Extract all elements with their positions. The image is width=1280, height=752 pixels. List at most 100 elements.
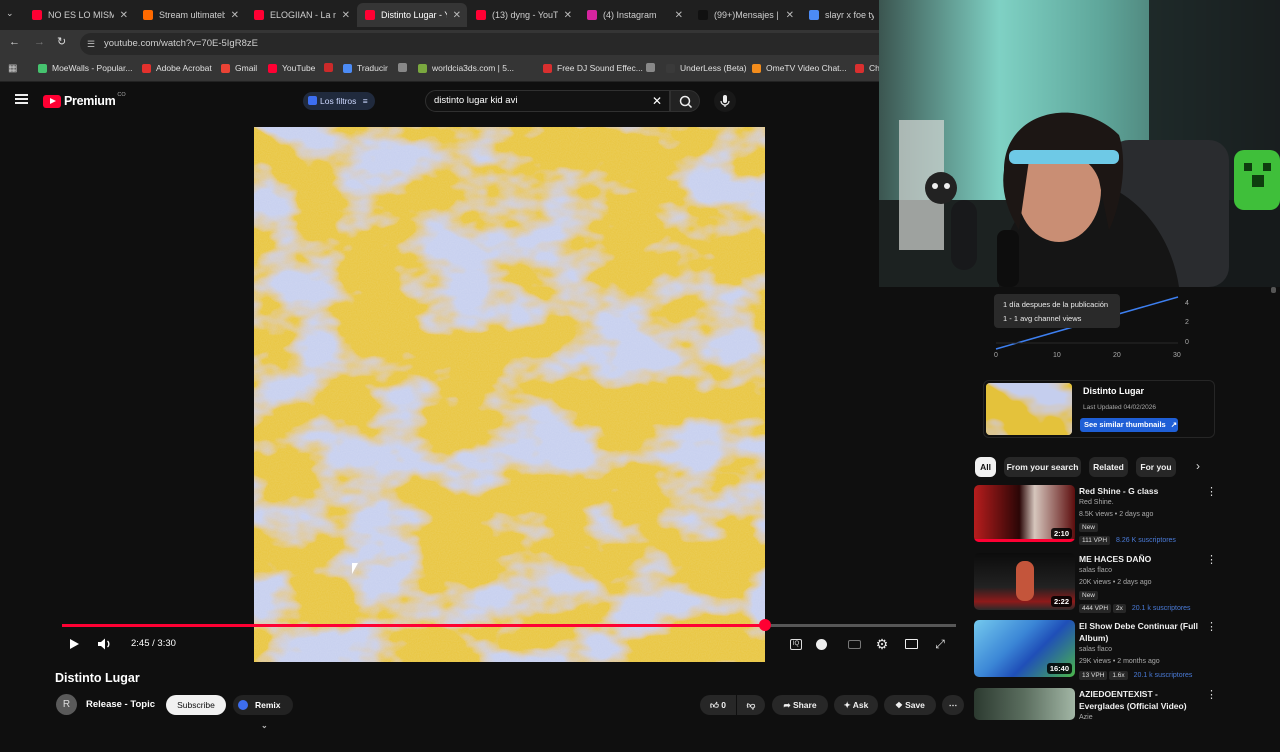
browser-tab[interactable]: ELOGIIAN - La no ✕ bbox=[246, 3, 356, 27]
chip-from-your-search[interactable]: From your search bbox=[1004, 457, 1081, 477]
video-progress-bar[interactable] bbox=[62, 619, 956, 631]
video-thumbnail[interactable] bbox=[974, 688, 1075, 720]
video-channel[interactable]: salas flaco bbox=[1079, 646, 1112, 653]
video-title[interactable]: ME HACES DAÑO bbox=[1079, 553, 1204, 565]
voice-search-button[interactable] bbox=[714, 90, 736, 112]
tab-close-icon[interactable]: ✕ bbox=[120, 10, 128, 21]
dislike-button[interactable]: 👎︎ bbox=[737, 695, 765, 715]
share-icon: ➦ bbox=[783, 700, 791, 710]
video-title[interactable]: Red Shine - G class bbox=[1079, 485, 1204, 497]
ask-button[interactable]: ✦ Ask bbox=[834, 695, 878, 715]
bookmark-icon-only[interactable] bbox=[398, 63, 412, 72]
browser-tab[interactable]: (99+)Mensajes | T ✕ bbox=[690, 3, 800, 27]
forward-arrow-icon[interactable]: → bbox=[34, 36, 45, 48]
channel-name[interactable]: Release - Topic bbox=[86, 699, 155, 710]
tab-close-icon[interactable]: ✕ bbox=[342, 10, 350, 21]
fullscreen-button[interactable]: ⤢ bbox=[931, 636, 949, 652]
recommended-video[interactable]: 16:40 El Show Debe Continuar (Full Album… bbox=[974, 620, 1217, 684]
hamburger-menu-icon[interactable] bbox=[15, 94, 28, 104]
video-views: 29K views • 2 months ago bbox=[1079, 658, 1160, 665]
tooltip-line: 1 - 1 avg channel views bbox=[1003, 314, 1082, 323]
video-channel[interactable]: salas flaco bbox=[1079, 567, 1112, 574]
back-arrow-icon[interactable]: ← bbox=[9, 36, 20, 48]
tab-close-icon[interactable]: ✕ bbox=[453, 10, 461, 21]
like-button[interactable]: 👍︎ 0 bbox=[700, 695, 736, 715]
video-thumbnail[interactable]: 16:40 bbox=[974, 620, 1075, 677]
save-button[interactable]: ❖ Save bbox=[884, 695, 936, 715]
bookmark-underless[interactable]: UnderLess (Beta) bbox=[666, 63, 747, 73]
channel-avatar[interactable]: R bbox=[56, 694, 77, 715]
browser-tab[interactable]: slayr x foe type bbox=[801, 3, 880, 27]
bookmark-icon-only[interactable] bbox=[324, 63, 338, 72]
recommended-video[interactable]: AZIEDOENTEXIST - Everglades (Official Vi… bbox=[974, 688, 1217, 752]
video-thumbnail[interactable]: 2:22 bbox=[974, 553, 1075, 610]
bookmark-youtube[interactable]: YouTube bbox=[268, 63, 315, 73]
share-button[interactable]: ➦ Share bbox=[772, 695, 828, 715]
apps-grid-icon[interactable]: ▦ bbox=[8, 63, 17, 74]
search-input[interactable]: distinto lugar kid avi ✕ bbox=[425, 90, 670, 112]
tab-close-icon[interactable]: ✕ bbox=[564, 10, 572, 21]
play-button[interactable] bbox=[65, 636, 83, 652]
clear-search-icon[interactable]: ✕ bbox=[652, 91, 662, 111]
browser-tab[interactable]: (13) dyng - YouTu ✕ bbox=[468, 3, 578, 27]
youtube-logo[interactable]: Premium CO bbox=[43, 92, 126, 108]
bookmark-adobe-acrobat[interactable]: Adobe Acrobat bbox=[142, 63, 212, 73]
video-badges: New bbox=[1079, 591, 1099, 600]
analytics-video-thumbnail[interactable] bbox=[986, 383, 1072, 435]
recommended-video[interactable]: 2:22 ME HACES DAÑO salas flaco 20K views… bbox=[974, 553, 1217, 617]
filters-button[interactable]: Los filtros ≡ bbox=[303, 92, 375, 110]
bookmark-worldcia3ds[interactable]: worldcia3ds.com | 5... bbox=[418, 63, 514, 73]
browser-tab[interactable]: Stream ultimateb ✕ bbox=[135, 3, 245, 27]
bookmark-ometv[interactable]: OmeTV Video Chat... bbox=[752, 63, 847, 73]
settings-button[interactable]: ⚙ bbox=[873, 636, 891, 652]
progress-scrubber-handle[interactable] bbox=[758, 619, 771, 631]
bookmark-icon-only[interactable] bbox=[646, 63, 660, 72]
chip-for-you[interactable]: For you bbox=[1136, 457, 1176, 477]
browser-tab[interactable]: NO ES LO MISMO ✕ bbox=[24, 3, 134, 27]
site-info-icon[interactable]: ☰ bbox=[87, 33, 95, 55]
more-actions-button[interactable]: ⋯ bbox=[942, 695, 964, 715]
video-channel[interactable]: Red Shine. bbox=[1079, 499, 1114, 506]
autoplay-toggle[interactable] bbox=[812, 636, 830, 652]
tab-list-dropdown-icon[interactable]: ⌄ bbox=[6, 8, 14, 19]
vph-badge: 13 VPH bbox=[1079, 671, 1108, 680]
extension-player-button[interactable]: IQ bbox=[787, 636, 805, 652]
chip-all[interactable]: All bbox=[975, 457, 996, 477]
see-similar-thumbnails-button[interactable]: See similar thumbnails ↗ bbox=[1080, 418, 1178, 432]
remix-button[interactable]: Remix ⌄ bbox=[233, 695, 293, 730]
more-vertical-icon[interactable]: ⋮ bbox=[1206, 620, 1217, 633]
volume-button[interactable] bbox=[96, 636, 114, 652]
more-vertical-icon[interactable]: ⋮ bbox=[1206, 553, 1217, 566]
bookmark-ch[interactable]: Ch bbox=[855, 63, 880, 73]
tab-close-icon[interactable]: ✕ bbox=[231, 10, 239, 21]
miniplayer-button[interactable] bbox=[902, 636, 920, 652]
bookmark-traducir[interactable]: Traducir bbox=[343, 63, 388, 73]
tab-close-icon[interactable]: ✕ bbox=[786, 10, 794, 21]
tab-close-icon[interactable]: ✕ bbox=[675, 10, 683, 21]
video-artwork[interactable] bbox=[254, 127, 765, 662]
recommended-video[interactable]: 2:10 Red Shine - G class Red Shine. 8.5K… bbox=[974, 485, 1217, 549]
bookmark-favicon-icon bbox=[268, 63, 277, 73]
bookmark-favicon-icon bbox=[666, 63, 675, 73]
search-button[interactable] bbox=[670, 90, 700, 112]
reload-icon[interactable]: ↻ bbox=[57, 35, 66, 48]
video-thumbnail[interactable]: 2:10 bbox=[974, 485, 1075, 542]
bookmark-free-dj-sound[interactable]: Free DJ Sound Effec... bbox=[543, 63, 643, 73]
more-vertical-icon[interactable]: ⋮ bbox=[1206, 485, 1217, 498]
more-vertical-icon[interactable]: ⋮ bbox=[1206, 688, 1217, 701]
save-label: Save bbox=[905, 700, 925, 710]
subscribe-button[interactable]: Subscribe bbox=[166, 695, 226, 715]
vph-badge: 111 VPH bbox=[1079, 536, 1111, 545]
captions-button[interactable] bbox=[845, 636, 863, 652]
browser-tab-active[interactable]: Distinto Lugar - Y ✕ bbox=[357, 3, 467, 27]
bookmark-moewalls[interactable]: MoeWalls - Popular... bbox=[38, 63, 132, 73]
address-bar[interactable]: ☰ youtube.com/watch?v=70E-5IgR8zE bbox=[80, 33, 880, 55]
chevron-down-icon: ⌄ bbox=[261, 721, 268, 730]
video-title[interactable]: El Show Debe Continuar (Full Album) bbox=[1079, 620, 1204, 644]
browser-tab[interactable]: (4) Instagram ✕ bbox=[579, 3, 689, 27]
panel-scrollbar[interactable] bbox=[1271, 287, 1276, 293]
video-title[interactable]: AZIEDOENTEXIST - Everglades (Official Vi… bbox=[1079, 688, 1204, 712]
chips-next-arrow-icon[interactable]: › bbox=[1196, 459, 1200, 473]
bookmark-gmail[interactable]: Gmail bbox=[221, 63, 257, 73]
chip-related[interactable]: Related bbox=[1089, 457, 1128, 477]
